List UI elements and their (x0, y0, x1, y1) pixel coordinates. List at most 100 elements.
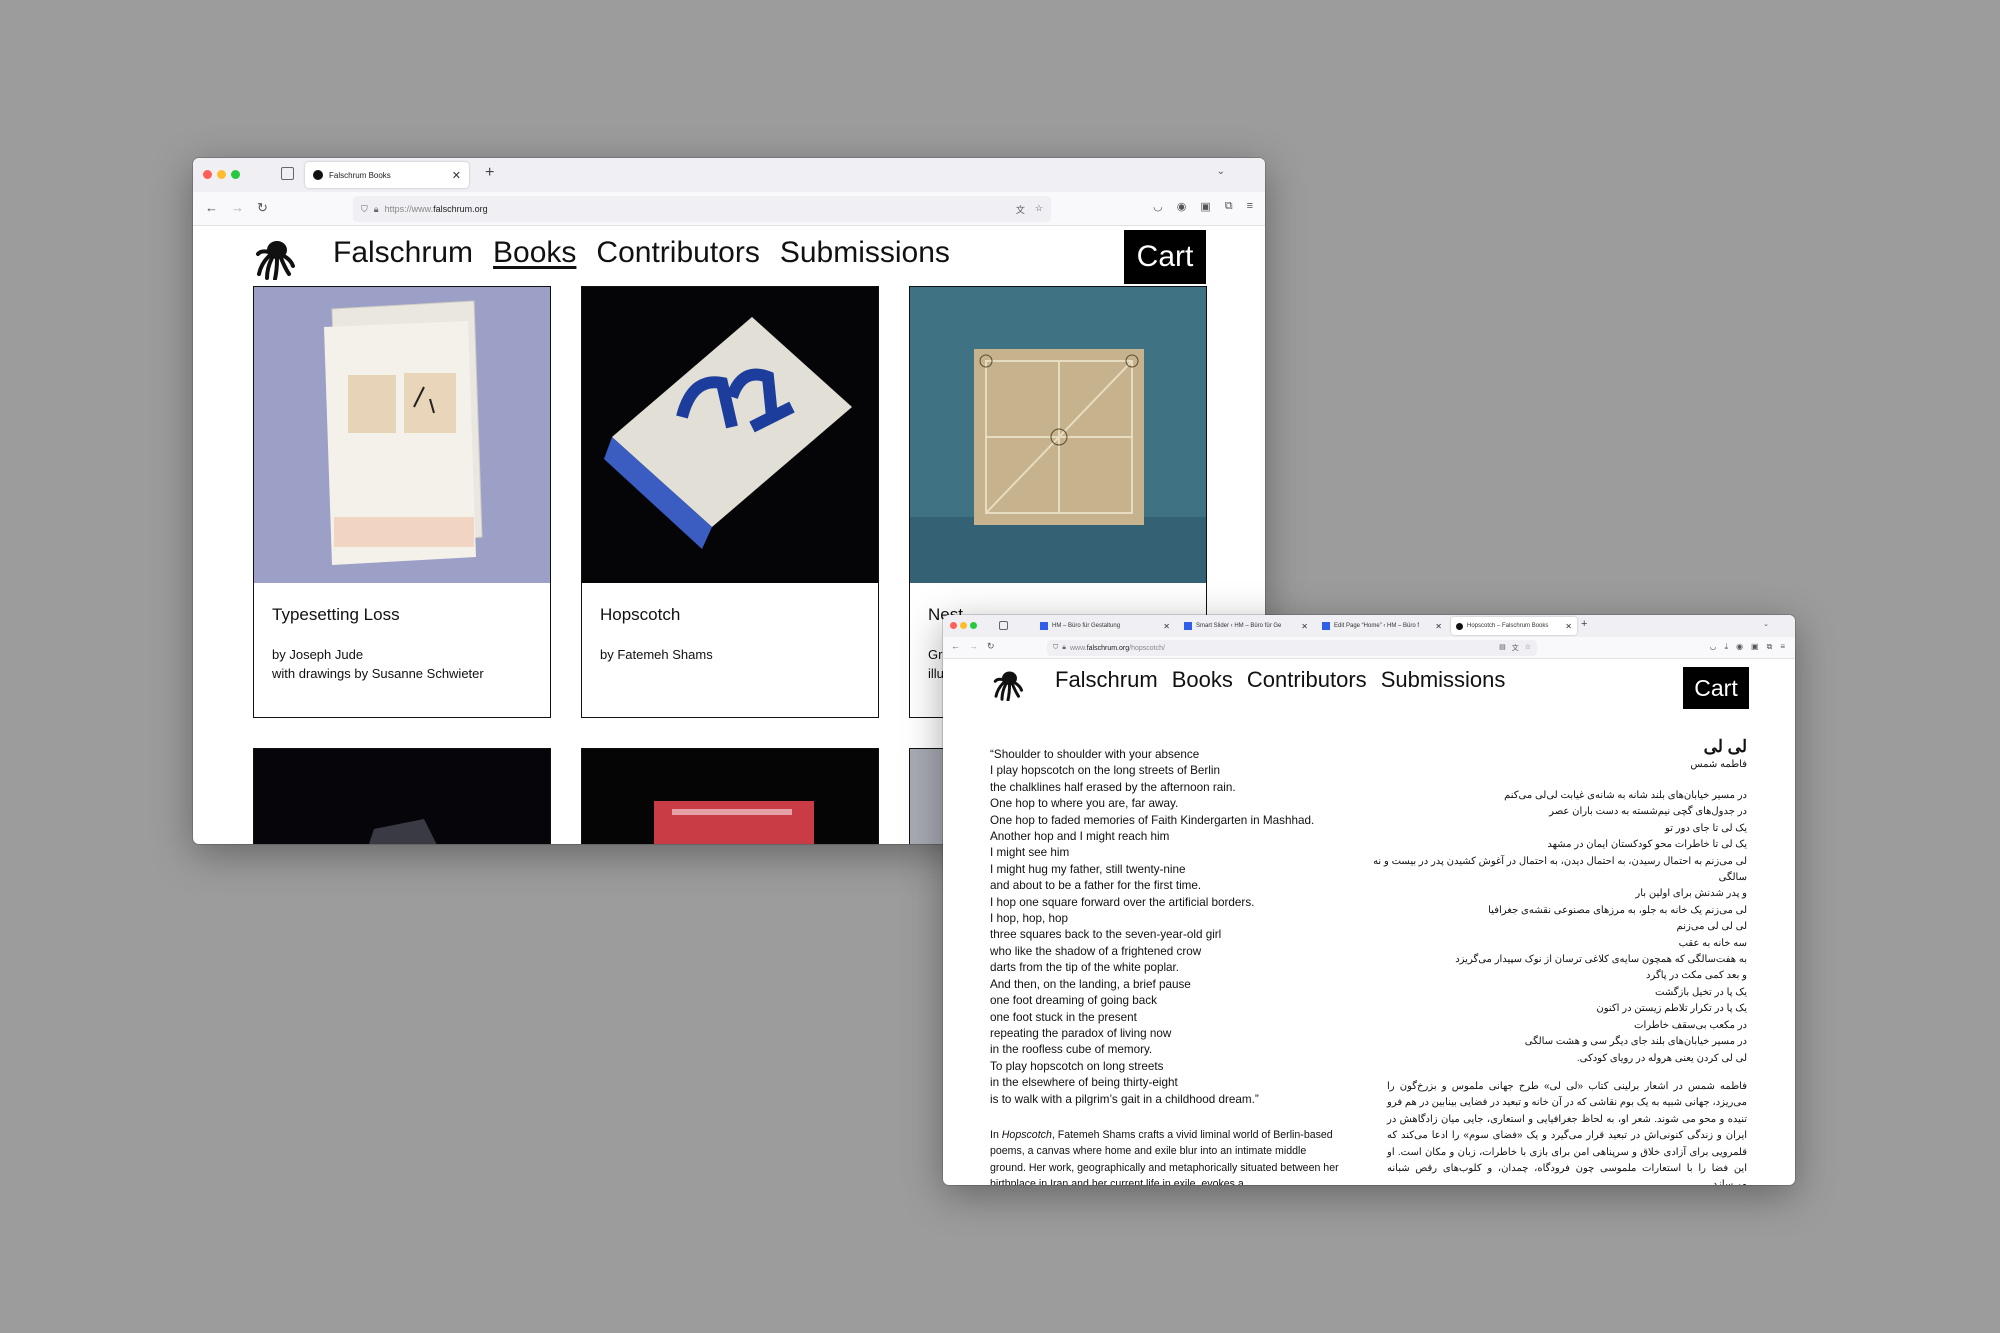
nav-submissions-link[interactable]: Submissions (1381, 667, 1506, 693)
book-cover-image[interactable] (254, 749, 551, 844)
maximize-window-button[interactable] (970, 622, 977, 629)
poem-line: در جدول‌های گچی نیم‌شسته به دست باران عص… (1549, 806, 1747, 818)
bookmark-star-icon[interactable]: ☆ (1035, 203, 1043, 216)
reload-icon[interactable]: ↻ (257, 200, 268, 216)
maximize-window-button[interactable] (231, 170, 240, 179)
new-tab-button[interactable]: + (1581, 618, 1587, 630)
octopus-logo-icon[interactable] (255, 238, 295, 280)
close-tab-icon[interactable]: ✕ (452, 169, 461, 182)
book-byline: by Fatemeh Shams (600, 647, 713, 662)
poem-line: لی می‌زنم به احتمال رسیدن، به احتمال دید… (1373, 855, 1747, 867)
poem-line: is to walk with a pilgrim’s gait in a ch… (990, 1092, 1259, 1106)
extensions-icon[interactable]: ⧉ (1767, 642, 1773, 652)
extensions-icon[interactable]: ⧉ (1225, 200, 1233, 213)
book-card-row2-2[interactable] (581, 748, 879, 844)
book-title[interactable]: Typesetting Loss (272, 605, 400, 625)
shield-icon[interactable]: ⛉ (1053, 644, 1058, 652)
tab-label: Falschrum Books (329, 170, 391, 180)
poem-line: I play hopscotch on the long streets of … (990, 764, 1220, 778)
reader-view-icon[interactable]: ▤ (1499, 643, 1506, 653)
nav-submissions-link[interactable]: Submissions (780, 236, 950, 270)
url-bar[interactable]: ⛉ 🔒︎ www.falschrum.org/hopscotch/ ▤ 文 ☆ (1047, 640, 1537, 656)
close-window-button[interactable] (950, 622, 957, 629)
chevron-down-icon[interactable]: ⌄ (1217, 166, 1225, 177)
menu-icon[interactable]: ≡ (1247, 200, 1253, 213)
extension-badge-icon[interactable]: ▣ (1751, 642, 1759, 652)
nav-books-link[interactable]: Books (493, 236, 576, 270)
minimize-window-button[interactable] (217, 170, 226, 179)
persian-poem: در مسیر خیابان‌های بلند شانه به شانه‌ی غ… (1373, 788, 1747, 1067)
toolbar-actions: ◡ ⤓ ◉ ▣ ⧉ ≡ (1710, 642, 1785, 652)
pocket-icon[interactable]: ◡ (1153, 200, 1163, 213)
poem-line: به هفت‌سالگی که همچون سایه‌ی کلاغی ترسان… (1455, 954, 1747, 966)
lock-icon[interactable]: 🔒︎ (1062, 644, 1066, 652)
minimize-window-button[interactable] (960, 622, 967, 629)
poem-line: یک پا در تکرار تلاطم زیستن در اکنون (1596, 1003, 1747, 1015)
poem-line: لی لی کردن یعنی هروله در رویای کودکی. (1576, 1052, 1747, 1064)
account-icon[interactable]: ◉ (1736, 642, 1743, 652)
close-tab-icon[interactable]: ✕ (1301, 622, 1308, 631)
close-tab-icon[interactable]: ✕ (1163, 622, 1170, 631)
reload-icon[interactable]: ↻ (987, 641, 995, 652)
shield-icon[interactable]: ⛉ (361, 204, 368, 215)
octopus-favicon-icon (313, 170, 323, 180)
close-tab-icon[interactable]: ✕ (1565, 622, 1572, 631)
site-header: Falschrum Books Contributors Submissions… (943, 659, 1795, 713)
poem-line: لی می‌زنم یک خانه به جلو، به مرزهای مصنو… (1488, 904, 1747, 916)
tab-list-icon[interactable] (999, 621, 1008, 630)
extension-badge-icon[interactable]: ▣ (1200, 200, 1210, 213)
forward-arrow-icon[interactable]: → (231, 200, 244, 215)
close-window-button[interactable] (203, 170, 212, 179)
translate-icon[interactable]: 文 (1512, 643, 1519, 653)
url-scheme: https://www. (384, 204, 434, 214)
tab-smart-slider[interactable]: Smart Slider ‹ HM – Büro für Ge ✕ (1179, 617, 1313, 635)
tab-hm-buero[interactable]: HM – Büro für Gestaltung ✕ (1035, 617, 1175, 635)
forward-arrow-icon[interactable]: → (969, 641, 978, 651)
poem-line: در مکعب بی‌سقف خاطرات (1634, 1019, 1747, 1031)
close-tab-icon[interactable]: ✕ (1435, 622, 1442, 631)
pocket-icon[interactable]: ◡ (1710, 642, 1717, 652)
nav-brand-link[interactable]: Falschrum (1055, 667, 1158, 693)
translate-icon[interactable]: 文 (1016, 203, 1025, 216)
tab-falschrum-books[interactable]: Falschrum Books ✕ (305, 162, 469, 188)
nav-contributors-link[interactable]: Contributors (1247, 667, 1367, 693)
blurb-book-title: Hopscotch (1001, 1129, 1052, 1141)
cart-button[interactable]: Cart (1124, 230, 1206, 284)
account-icon[interactable]: ◉ (1177, 200, 1187, 213)
tab-list-icon[interactable] (281, 167, 294, 180)
lock-icon[interactable]: 🔒︎ (374, 204, 379, 215)
book-byline: by Joseph Jude (272, 647, 364, 662)
back-arrow-icon[interactable]: ← (951, 641, 960, 651)
poem-line: I might hug my father, still twenty-nine (990, 862, 1186, 876)
new-tab-button[interactable]: + (485, 164, 494, 182)
download-icon[interactable]: ⤓ (1725, 642, 1729, 652)
nav-contributors-link[interactable]: Contributors (596, 236, 759, 270)
book-cover-image[interactable] (582, 749, 879, 844)
book-cover-image[interactable] (910, 287, 1207, 583)
poem-line: I might see him (990, 846, 1070, 860)
bookmark-star-icon[interactable]: ☆ (1525, 643, 1531, 653)
book-card-typesetting-loss[interactable]: Typesetting Loss by Joseph Jude with dra… (253, 286, 551, 718)
back-arrow-icon[interactable]: ← (205, 200, 218, 215)
book-card-hopscotch[interactable]: Hopscotch by Fatemeh Shams (581, 286, 879, 718)
tab-hopscotch[interactable]: Hopscotch – Falschrum Books ✕ (1451, 617, 1577, 635)
tab-edit-page[interactable]: Edit Page “Home” ‹ HM – Büro f ✕ (1317, 617, 1447, 635)
menu-icon[interactable]: ≡ (1780, 642, 1785, 652)
chevron-down-icon[interactable]: ⌄ (1763, 620, 1769, 628)
poem-line: who like the shadow of a frightened crow (990, 944, 1202, 958)
persian-description: فاطمه شمس در اشعار برلینی کتاب «لی لی» ط… (1387, 1081, 1747, 1185)
cart-button[interactable]: Cart (1683, 667, 1749, 709)
octopus-logo-icon[interactable] (993, 669, 1023, 701)
book-card-row2-1[interactable] (253, 748, 551, 844)
nav-books-link[interactable]: Books (1172, 667, 1233, 693)
nav-brand-link[interactable]: Falschrum (333, 236, 473, 270)
poem-line: I hop one square forward over the artifi… (990, 895, 1255, 909)
window-controls (950, 622, 977, 629)
book-cover-image[interactable] (254, 287, 551, 583)
book-title[interactable]: Hopscotch (600, 605, 680, 625)
book-cover-image[interactable] (582, 287, 879, 583)
poem-line: سه خانه به عقب (1678, 937, 1747, 949)
url-bar[interactable]: ⛉ 🔒︎ https://www.falschrum.org 文 ☆ (353, 196, 1051, 222)
poem-line: I hop, hop, hop (990, 912, 1068, 926)
book-credits: Gr illu (928, 645, 944, 683)
